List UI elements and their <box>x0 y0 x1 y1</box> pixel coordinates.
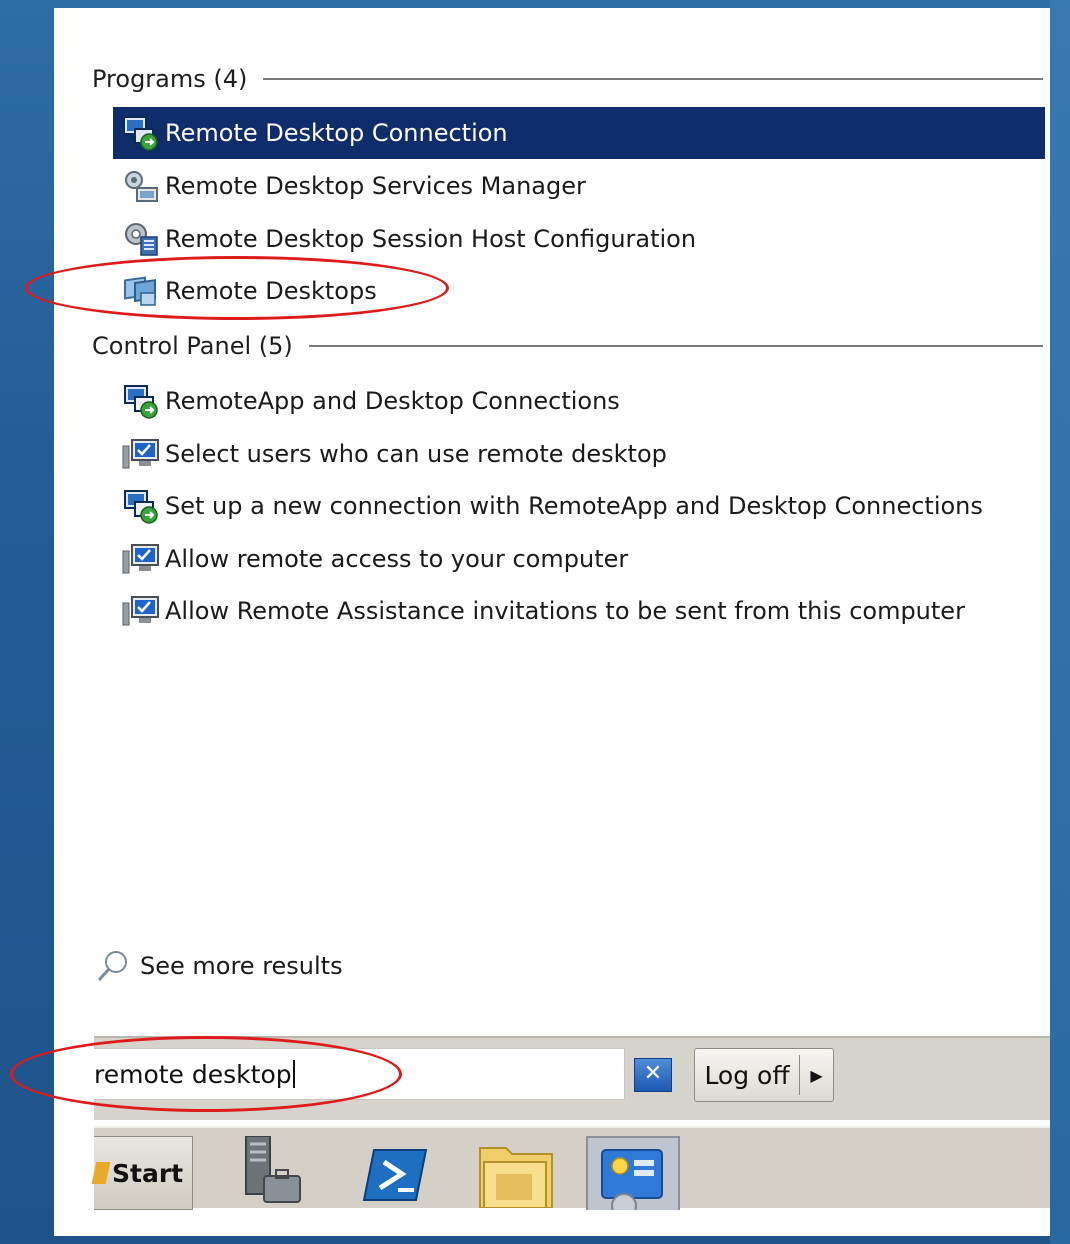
programs-header: Programs (4) <box>92 64 1044 94</box>
see-more-results-link[interactable]: See more results <box>96 946 343 986</box>
result-allow-remote-assistance[interactable]: Allow Remote Assistance invitations to b… <box>113 585 1045 637</box>
system-monitor-icon <box>122 439 159 469</box>
search-input-value: remote desktop <box>94 1059 292 1089</box>
system-monitor-icon <box>122 596 159 626</box>
text-caret <box>292 1060 295 1088</box>
result-remote-desktop-connection[interactable]: Remote Desktop Connection <box>113 107 1045 159</box>
windows-logo-icon <box>91 1162 111 1184</box>
result-label: Allow remote access to your computer <box>165 545 629 573</box>
result-allow-remote-access[interactable]: Allow remote access to your computer <box>113 533 1045 585</box>
result-remote-desktop-services-manager[interactable]: Remote Desktop Services Manager <box>113 160 1045 212</box>
result-label: Select users who can use remote desktop <box>165 440 667 468</box>
result-label: Set up a new connection with RemoteApp a… <box>165 492 983 520</box>
session-host-config-icon <box>125 223 158 256</box>
result-label: Remote Desktops <box>165 277 377 305</box>
result-remote-desktops[interactable]: Remote Desktops <box>113 265 1045 317</box>
remote-desktops-icon <box>124 276 156 306</box>
log-off-button[interactable]: Log off ▶ <box>694 1048 834 1102</box>
control-panel-header-label: Control Panel (5) <box>92 332 293 360</box>
desktop-background-edge <box>1050 0 1070 1244</box>
powershell-icon[interactable] <box>352 1136 442 1208</box>
log-off-label: Log off <box>704 1060 790 1090</box>
result-label: RemoteApp and Desktop Connections <box>165 387 620 415</box>
search-icon <box>97 951 127 982</box>
result-select-users-remote-desktop[interactable]: Select users who can use remote desktop <box>113 428 1045 480</box>
system-monitor-icon <box>122 544 159 574</box>
start-search-bar: remote desktop ✕ Log off ▶ <box>94 1036 1050 1120</box>
see-more-results-label: See more results <box>140 952 343 980</box>
remoteapp-icon <box>124 490 158 524</box>
section-divider <box>308 345 1043 347</box>
control-panel-icon[interactable] <box>586 1136 680 1210</box>
clear-icon[interactable]: ✕ <box>634 1058 672 1092</box>
taskbar: Start <box>91 1126 1050 1210</box>
arrow-right-icon[interactable]: ▶ <box>800 1066 833 1085</box>
search-input[interactable]: remote desktop <box>94 1048 625 1100</box>
section-divider <box>263 78 1044 80</box>
result-set-up-new-connection[interactable]: Set up a new connection with RemoteApp a… <box>113 480 1045 532</box>
control-panel-header: Control Panel (5) <box>92 331 1043 361</box>
start-button[interactable]: Start <box>91 1136 193 1210</box>
server-manager-icon[interactable] <box>234 1136 324 1208</box>
result-remoteapp-and-desktop-connections[interactable]: RemoteApp and Desktop Connections <box>113 375 1045 427</box>
start-label: Start <box>112 1158 184 1188</box>
result-label: Allow Remote Assistance invitations to b… <box>165 597 965 625</box>
remoteapp-icon <box>124 385 158 419</box>
start-menu-panel: Programs (4) Remote Desktop Connection R… <box>54 8 1050 1236</box>
result-label: Remote Desktop Connection <box>165 119 508 147</box>
services-manager-icon <box>125 171 158 202</box>
programs-header-label: Programs (4) <box>92 65 248 93</box>
result-label: Remote Desktop Session Host Configuratio… <box>165 225 697 253</box>
remote-desktop-connection-icon <box>123 116 158 151</box>
result-label: Remote Desktop Services Manager <box>165 172 586 200</box>
explorer-folder-icon[interactable] <box>472 1136 562 1208</box>
result-remote-desktop-session-host-configuration[interactable]: Remote Desktop Session Host Configuratio… <box>113 213 1045 265</box>
